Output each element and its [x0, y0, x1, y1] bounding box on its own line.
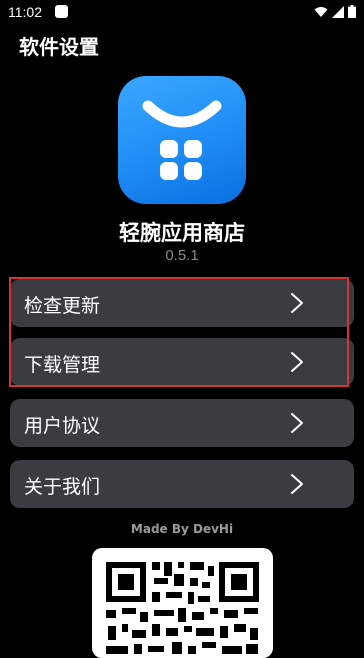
system-icons — [314, 5, 356, 18]
menu-item-about-us[interactable]: 关于我们 — [10, 460, 354, 508]
qr-code-image — [106, 562, 259, 654]
chevron-right-icon — [291, 474, 303, 494]
signal-icon — [332, 5, 344, 18]
menu-item-label: 下载管理 — [24, 354, 101, 376]
menu-item-label: 用户协议 — [24, 415, 101, 437]
status-bar: 11:02 — [0, 0, 364, 26]
status-time: 11:02 — [8, 4, 42, 20]
battery-icon — [348, 5, 356, 18]
menu-item-check-update[interactable]: 检查更新 — [10, 279, 354, 327]
menu-item-label: 检查更新 — [24, 295, 101, 317]
chevron-right-icon — [291, 413, 303, 433]
wifi-icon — [314, 6, 328, 17]
page-title: 软件设置 — [19, 35, 99, 59]
chevron-right-icon — [291, 293, 303, 313]
app-name: 轻腕应用商店 — [119, 221, 245, 245]
app-logo-icon — [118, 76, 246, 204]
notification-icon — [55, 5, 68, 18]
menu-item-label: 关于我们 — [24, 476, 101, 498]
qr-code — [92, 548, 273, 658]
shopping-bag-icon — [142, 100, 222, 180]
menu-item-download-manager[interactable]: 下载管理 — [10, 338, 354, 386]
chevron-right-icon — [291, 352, 303, 372]
made-by-text: Made By DevHi — [130, 522, 234, 536]
app-version: 0.5.1 — [165, 247, 199, 264]
menu-item-user-agreement[interactable]: 用户协议 — [10, 399, 354, 447]
